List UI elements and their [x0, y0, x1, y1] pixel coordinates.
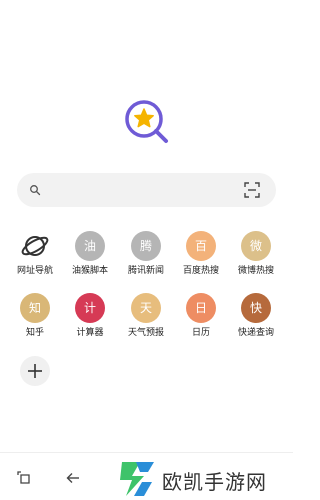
plus-icon — [28, 364, 42, 378]
tile-label: 快递查询 — [237, 328, 274, 338]
tile-label: 知乎 — [25, 328, 44, 338]
calendar-icon: 日 — [186, 293, 216, 323]
tile-label: 天气预报 — [127, 328, 164, 338]
tile-web-nav[interactable]: 网址导航 — [8, 231, 62, 289]
watermark-text: 欧凯手游网 — [162, 470, 267, 494]
tile-zhihu[interactable]: 知 知乎 — [8, 293, 62, 351]
logo-icon — [125, 100, 168, 143]
tile-label: 微博热搜 — [237, 266, 274, 276]
watermark: 欧凯手游网 — [112, 456, 293, 500]
weather-icon: 天 — [131, 293, 161, 323]
tile-label: 计算器 — [76, 328, 104, 338]
tile-calendar[interactable]: 日 日历 — [174, 293, 228, 351]
baidu-hot-icon: 百 — [186, 231, 216, 261]
tile-label: 百度热搜 — [182, 266, 219, 276]
tile-express[interactable]: 快 快递查询 — [229, 293, 283, 351]
add-shortcut-button[interactable] — [20, 356, 50, 386]
oil-monkey-icon: 油 — [75, 231, 105, 261]
zhihu-icon: 知 — [20, 293, 50, 323]
weibo-hot-icon: 微 — [241, 231, 271, 261]
express-icon: 快 — [241, 293, 271, 323]
search-bar[interactable] — [17, 173, 276, 207]
tile-label: 日历 — [191, 328, 210, 338]
tile-label: 腾讯新闻 — [127, 266, 164, 276]
tile-weather[interactable]: 天 天气预报 — [119, 293, 173, 351]
calculator-icon: 计 — [75, 293, 105, 323]
planet-icon — [21, 236, 49, 256]
tile-label: 油猴脚本 — [71, 266, 108, 276]
tile-label: 网址导航 — [16, 266, 53, 276]
tile-oil-monkey[interactable]: 油 油猴脚本 — [63, 231, 117, 289]
tile-tencent-news[interactable]: 腾 腾讯新闻 — [119, 231, 173, 289]
tencent-news-icon: 腾 — [131, 231, 161, 261]
browser-home: 网址导航 油 油猴脚本 腾 腾讯新闻 百 百度热搜 微 微博热搜 知 知乎 计 … — [0, 0, 293, 500]
tile-baidu-hot[interactable]: 百 百度热搜 — [174, 231, 228, 289]
tile-weibo-hot[interactable]: 微 微博热搜 — [229, 231, 283, 289]
watermark-logo-icon — [120, 462, 154, 496]
multi-window-icon[interactable] — [17, 471, 31, 485]
scan-icon[interactable] — [244, 182, 260, 198]
back-arrow-icon[interactable] — [66, 471, 80, 485]
search-icon — [30, 185, 41, 196]
tile-calculator[interactable]: 计 计算器 — [63, 293, 117, 351]
